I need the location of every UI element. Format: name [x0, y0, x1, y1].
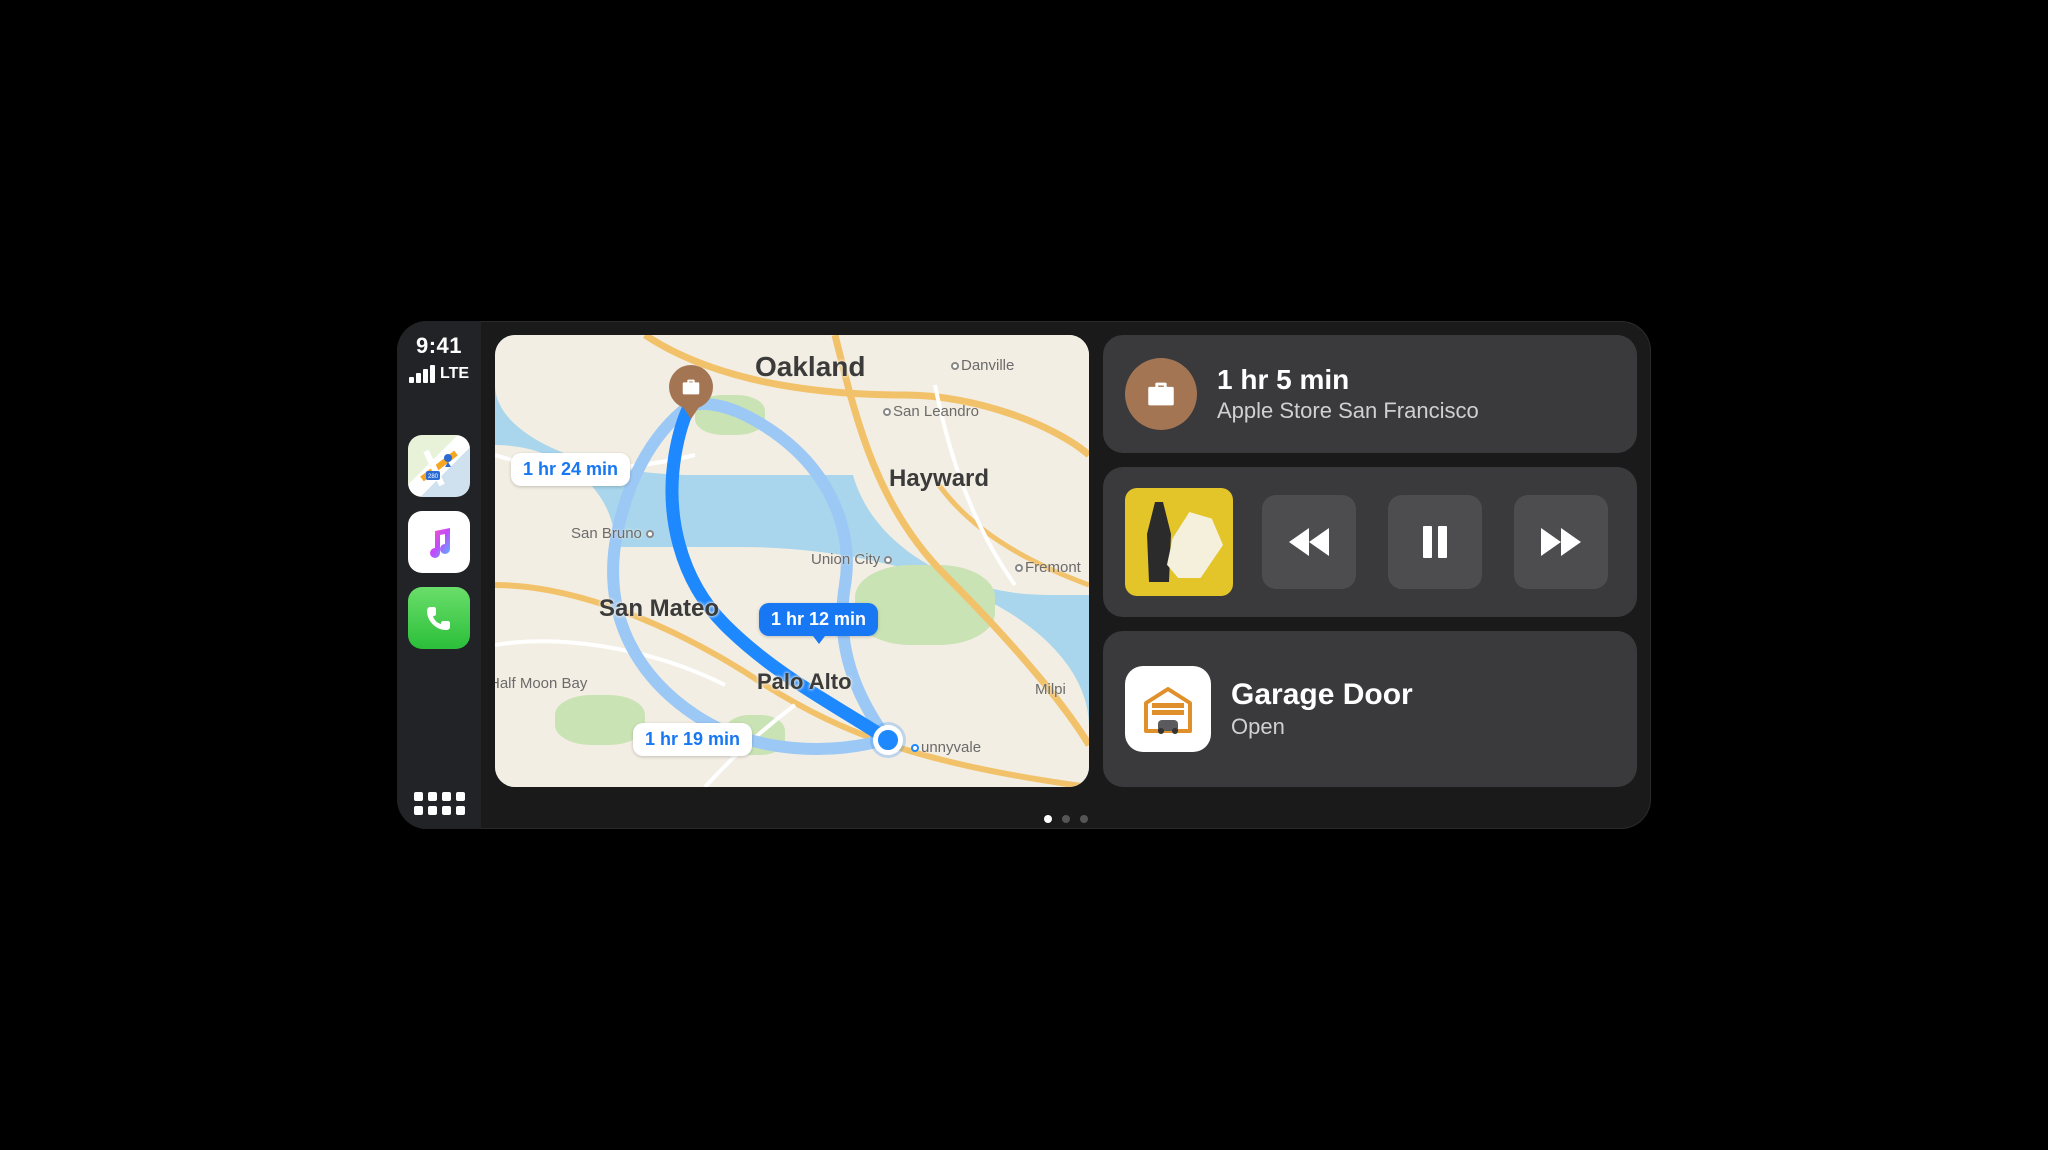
now-playing-card: [1103, 467, 1637, 617]
map-roads: [495, 335, 1089, 787]
route-time-pill-selected[interactable]: 1 hr 12 min: [759, 603, 878, 636]
accessory-state: Open: [1231, 714, 1413, 740]
forward-icon: [1537, 518, 1585, 566]
rewind-icon: [1285, 518, 1333, 566]
rewind-button[interactable]: [1262, 495, 1356, 589]
destination-pin[interactable]: [669, 365, 713, 419]
app-grid-icon: [414, 792, 465, 815]
garage-icon: [1125, 666, 1211, 752]
page-indicator[interactable]: [481, 815, 1651, 823]
pause-button[interactable]: [1388, 495, 1482, 589]
route-time-pill[interactable]: 1 hr 24 min: [511, 453, 630, 486]
destination-card[interactable]: 1 hr 5 min Apple Store San Francisco: [1103, 335, 1637, 453]
sidebar: 9:41 LTE 280: [397, 321, 481, 829]
accessory-name: Garage Door: [1231, 678, 1413, 712]
svg-text:280: 280: [428, 474, 439, 480]
briefcase-icon: [1125, 358, 1197, 430]
widgets-column: 1 hr 5 min Apple Store San Francisco: [1103, 335, 1637, 821]
maps-icon: 280: [418, 445, 460, 487]
route-time-pill[interactable]: 1 hr 19 min: [633, 723, 752, 756]
page-dot[interactable]: [1044, 815, 1052, 823]
app-grid-button[interactable]: [397, 792, 481, 815]
home-accessory-card[interactable]: Garage Door Open: [1103, 631, 1637, 787]
maps-app-icon[interactable]: 280: [408, 435, 470, 497]
current-location-dot: [873, 725, 903, 755]
status-network: LTE: [409, 365, 469, 383]
album-art[interactable]: [1125, 488, 1233, 596]
briefcase-icon: [680, 376, 702, 398]
dashboard-main: Oakland Hayward San Mateo Palo Alto Danv…: [481, 321, 1651, 829]
page-dot[interactable]: [1062, 815, 1070, 823]
pause-icon: [1411, 518, 1459, 566]
music-app-icon[interactable]: [408, 511, 470, 573]
music-icon: [418, 521, 460, 563]
page-dot[interactable]: [1080, 815, 1088, 823]
destination-name: Apple Store San Francisco: [1217, 398, 1479, 424]
phone-icon: [418, 597, 460, 639]
signal-bars-icon: [409, 365, 435, 383]
status-time: 9:41: [416, 333, 462, 359]
network-label: LTE: [440, 365, 469, 383]
phone-app-icon[interactable]: [408, 587, 470, 649]
carplay-dashboard: 9:41 LTE 280: [397, 321, 1651, 829]
forward-button[interactable]: [1514, 495, 1608, 589]
destination-eta: 1 hr 5 min: [1217, 364, 1479, 396]
map-widget[interactable]: Oakland Hayward San Mateo Palo Alto Danv…: [495, 335, 1089, 787]
